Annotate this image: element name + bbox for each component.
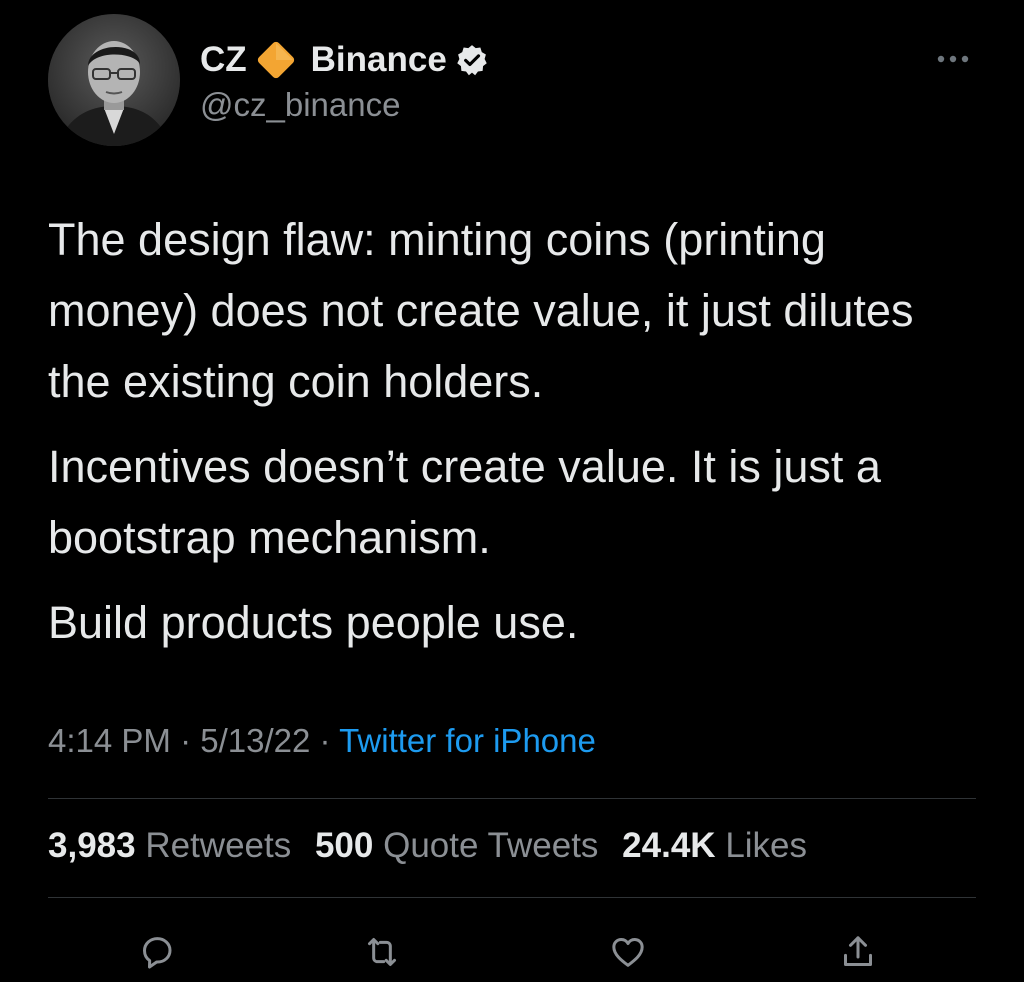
more-options-icon[interactable] — [932, 46, 974, 72]
tweet-meta: 4:14 PM · 5/13/22 · Twitter for iPhone — [48, 722, 596, 760]
retweets-stat[interactable]: 3,983 Retweets — [48, 826, 291, 865]
tweet-source-link[interactable]: Twitter for iPhone — [339, 722, 596, 759]
avatar[interactable] — [48, 14, 180, 146]
tweet-date[interactable]: 5/13/22 — [200, 722, 310, 759]
tweet-stats: 3,983 Retweets 500 Quote Tweets 24.4K Li… — [48, 826, 821, 866]
retweet-icon[interactable] — [360, 930, 404, 974]
verified-badge-icon — [455, 43, 489, 77]
like-icon[interactable] — [606, 930, 650, 974]
share-icon[interactable] — [836, 930, 880, 974]
divider — [48, 897, 976, 898]
orange-diamond-icon — [251, 35, 301, 85]
author-handle[interactable]: @cz_binance — [200, 86, 400, 124]
meta-separator: · — [170, 722, 201, 759]
reply-icon[interactable] — [135, 930, 179, 974]
tweet-time[interactable]: 4:14 PM — [48, 722, 171, 759]
tweet-paragraph: Build products people use. — [48, 597, 579, 648]
likes-label: Likes — [725, 826, 808, 865]
meta-separator: · — [310, 722, 340, 759]
quote-tweets-count: 500 — [314, 826, 374, 865]
likes-count: 24.4K — [622, 826, 716, 865]
likes-stat[interactable]: 24.4K Likes — [622, 826, 807, 865]
author-name-row[interactable]: CZ Binance — [200, 36, 489, 84]
quote-tweets-label: Quote Tweets — [383, 826, 599, 865]
tweet-paragraph: Incentives doesn’t create value. It is j… — [48, 441, 881, 563]
retweets-count: 3,983 — [48, 826, 136, 865]
author-organization[interactable]: Binance — [311, 40, 447, 80]
author-display-name[interactable]: CZ — [200, 40, 247, 80]
quote-tweets-stat[interactable]: 500 Quote Tweets — [315, 826, 598, 865]
retweets-label: Retweets — [145, 826, 292, 865]
tweet-text: The design flaw: minting coins (printing… — [48, 204, 988, 672]
tweet-paragraph: The design flaw: minting coins (printing… — [48, 214, 914, 407]
divider — [48, 798, 976, 799]
